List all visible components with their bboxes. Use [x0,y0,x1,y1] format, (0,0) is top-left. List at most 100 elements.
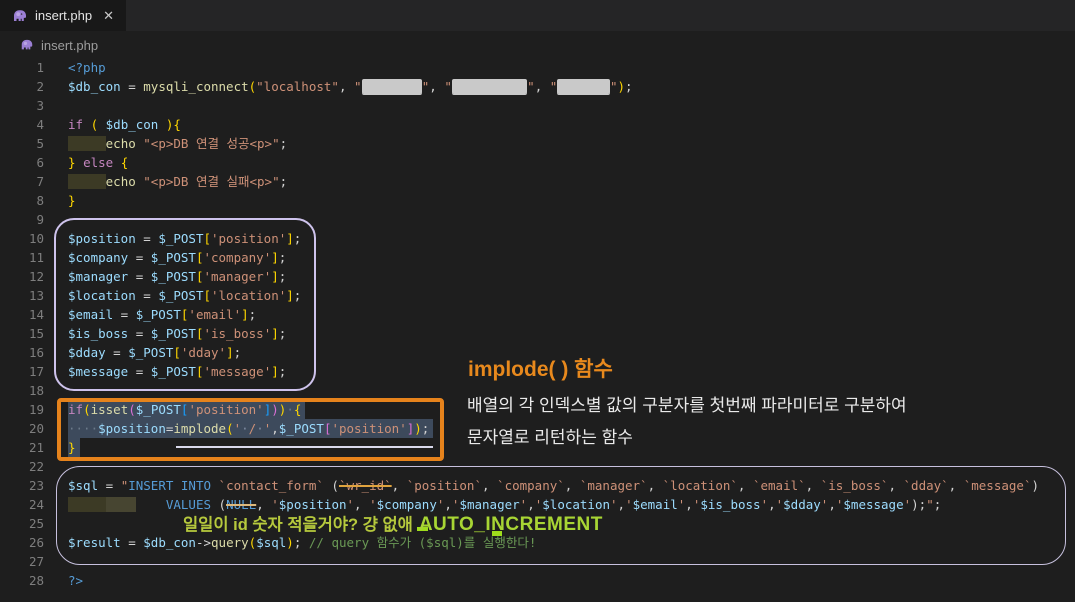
code-token: "<p>DB 연결 성공<p>" [143,136,280,151]
code-token: ; [421,421,430,436]
line-number: 11 [28,250,44,265]
code-line-content: } else { [68,153,128,172]
code-token: ] [271,364,279,379]
code-token: ] [241,307,249,322]
code-line-content: ?> [68,571,83,590]
code-token: [ [173,345,181,360]
line-number: 5 [36,136,44,151]
close-icon[interactable]: ✕ [103,8,114,24]
code-token: ; [278,269,287,284]
line-number: 8 [36,193,44,208]
code-line: 15 $is_boss = $_POST['is_boss']; [0,324,1075,343]
line-number: 28 [28,573,44,588]
line-number: 10 [28,231,44,246]
code-token: ( [323,478,339,493]
breadcrumb[interactable]: insert.php [20,34,98,56]
code-line: 22 [0,457,1075,476]
code-line-content: echo "<p>DB 연결 실패<p>"; [68,172,287,191]
tab-insert-php[interactable]: insert.php ✕ [0,0,126,31]
php-elephant-icon [21,39,33,50]
code-editor[interactable]: 1 <?php 2 $db_con = mysqli_connect("localho… [0,58,1075,590]
code-token: ; [293,231,302,246]
code-token: " [527,79,535,94]
line-number: 20 [28,421,44,436]
code-line-content: } [68,191,76,210]
code-token: 'manager' [203,269,272,284]
code-token: , [948,478,964,493]
line-number: 18 [28,383,44,398]
code-token: " [354,79,362,94]
code-token: "localhost" [256,79,339,94]
code-token: if [68,402,84,417]
code-token: 'location' [211,288,287,303]
line-number: 1 [36,60,44,75]
line-number: 9 [36,212,44,227]
code-token: ' [346,497,355,512]
code-token: · [286,402,294,417]
code-token: , [271,421,279,436]
code-token: $db_con [68,79,121,94]
line-number: 17 [28,364,44,379]
code-token: ) [271,402,279,417]
code-token: = [105,345,129,360]
code-line: 28 ?> [0,571,1075,590]
code-token: ) [617,79,626,94]
tab-title: insert.php [35,8,93,23]
code-token: -> [195,535,212,550]
line-number: 25 [28,516,44,531]
code-token: 'position' [331,421,407,436]
code-token: echo [105,136,136,151]
code-token: `wr_id` [338,478,392,493]
code-token: $is_boss [700,497,761,512]
code-token: , [338,79,355,94]
code-line: 6} else { [0,153,1075,172]
code-token: $email [632,497,678,512]
code-token: { [120,155,129,170]
code-token: 'email' [188,307,242,322]
code-line: 27 [0,552,1075,571]
code-token: ; [625,79,633,94]
code-token: " [444,79,452,94]
code-token: , [888,478,904,493]
code-token: $message [68,364,129,379]
code-token: · [256,421,264,436]
code-token: = [128,269,151,284]
code-token [68,497,106,512]
code-token: $position [68,231,136,246]
code-token: , [685,497,693,512]
code-token: = [128,364,151,379]
code-token: = [120,79,144,94]
code-token: ' [625,497,633,512]
code-token: ) [1031,478,1039,493]
code-line-content: $position = $_POST['position']; [68,229,301,248]
code-token: ' [760,497,769,512]
code-line: 21} [0,438,1075,457]
code-token: if [68,117,84,132]
code-token: $company [376,497,437,512]
code-token: ; [278,250,287,265]
code-token: , [429,79,445,94]
code-token: $result [68,535,121,550]
code-token: [ [203,231,211,246]
code-token: ' [610,497,618,512]
code-token: , [768,497,776,512]
code-token: ' [369,497,377,512]
code-line: 24 VALUES (NULL, '$position', '$company'… [0,495,1075,514]
code-token: = [135,288,159,303]
code-token: ; [233,345,242,360]
code-line-content: if(isset($_POST['position']))·{ [68,400,302,419]
code-token: " [609,79,618,94]
code-line-content: $message = $_POST['message']; [68,362,286,381]
code-token: // query 함수가 ($sql)를 실행한다! [308,535,537,550]
code-token: ; [293,288,302,303]
code-token: 'is_boss' [203,326,272,341]
code-token [105,497,136,512]
code-token: $db_con [105,117,159,132]
code-token: = [113,307,136,322]
code-token: $_POST [150,250,196,265]
code-token: 'position' [211,231,287,246]
code-token: ; [278,364,287,379]
code-token: , [828,497,836,512]
